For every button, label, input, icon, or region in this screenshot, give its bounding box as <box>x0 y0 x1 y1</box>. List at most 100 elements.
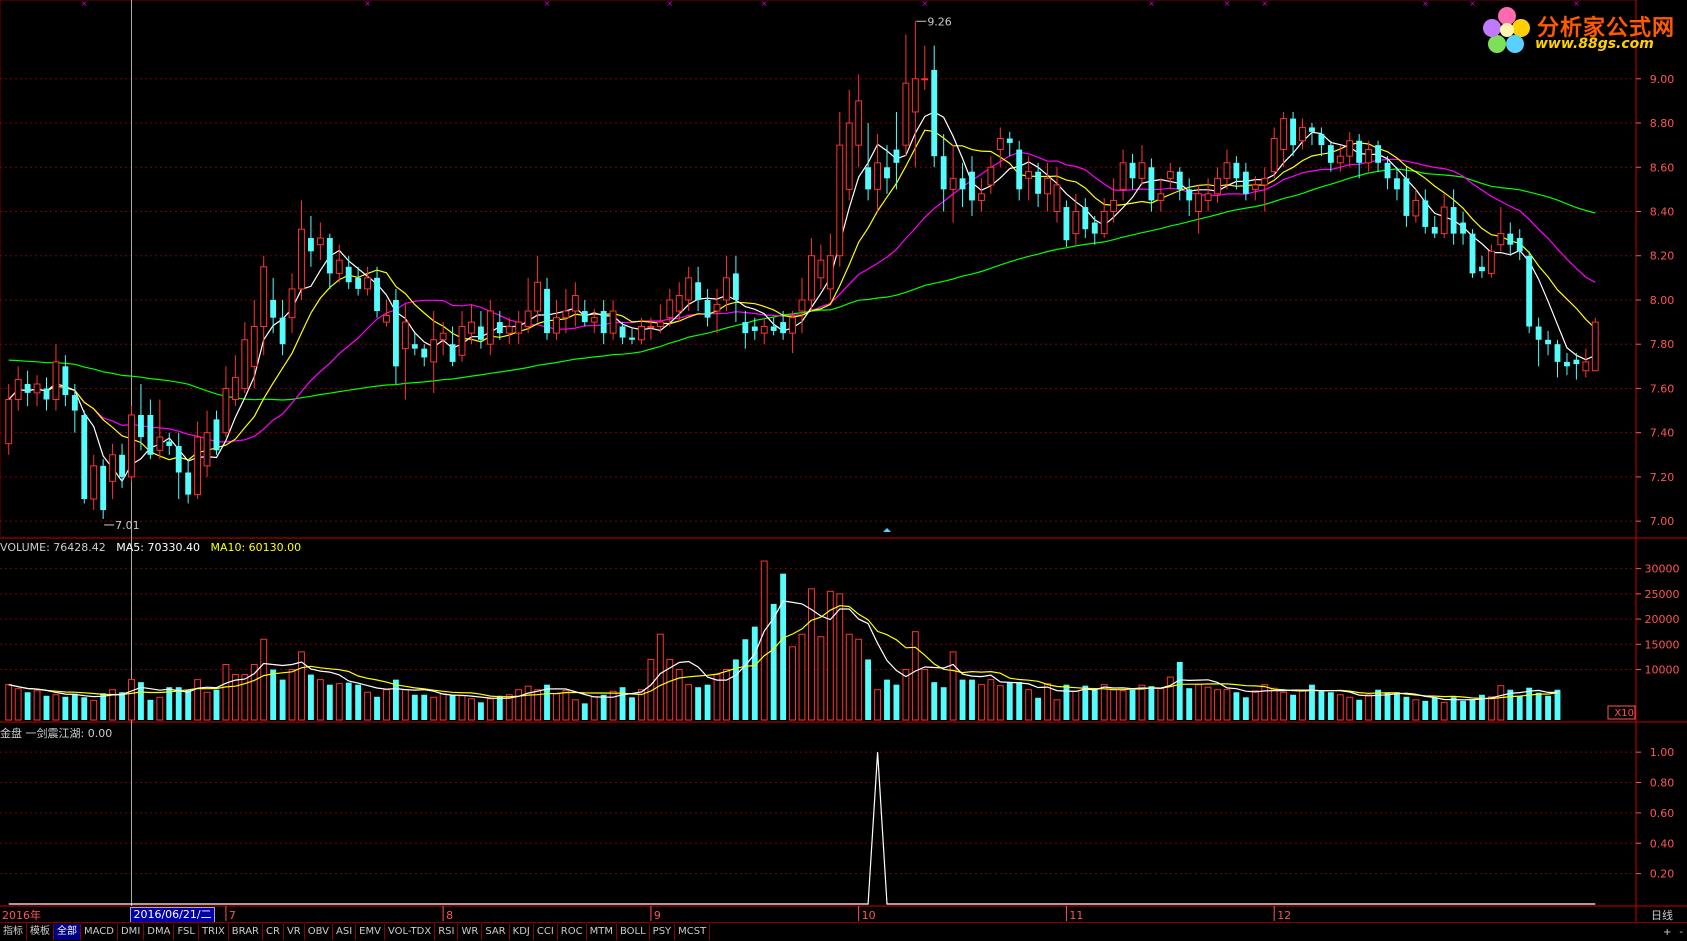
cursor-date-label: 2016/06/21/二 <box>130 907 215 923</box>
candle-body-up <box>666 299 674 319</box>
candle-body-down <box>71 395 78 411</box>
tab-dmi[interactable]: DMI <box>118 924 145 940</box>
month-label: 10 <box>862 909 876 922</box>
tab-sar[interactable]: SAR <box>482 924 510 940</box>
tab-roc[interactable]: ROC <box>558 924 587 940</box>
tab-obv[interactable]: OBV <box>305 924 333 940</box>
candle-body-down <box>1327 145 1334 163</box>
candle-body-up <box>1214 177 1221 195</box>
candle-body-up <box>1299 126 1306 142</box>
high-price-label: 9.26 <box>927 15 952 28</box>
candle-body-down <box>1545 339 1551 345</box>
candle-body-up <box>250 326 258 367</box>
candle-body-up <box>855 100 863 146</box>
candle-body-up <box>203 432 211 467</box>
zoom-in-button[interactable]: + <box>1659 927 1675 938</box>
volume-bar-up <box>1195 684 1203 721</box>
candle-body-up <box>260 266 268 328</box>
zoom-controls: + - <box>1659 927 1687 938</box>
volume-bar-down <box>1129 689 1136 720</box>
candle-body-down <box>884 167 890 179</box>
event-marker: × <box>761 0 768 8</box>
tab-asi[interactable]: ASI <box>333 924 357 940</box>
volume-bar-up <box>458 695 466 721</box>
tab-brar[interactable]: BRAR <box>229 924 263 940</box>
volume-bar-up <box>316 679 324 721</box>
volume-tick-label: 25000 <box>1645 588 1680 601</box>
volume-bar-up <box>515 689 523 721</box>
volume-bar-down <box>969 679 975 720</box>
tab-macd[interactable]: MACD <box>81 924 118 940</box>
indicator-tick-label: 0.80 <box>1650 777 1675 790</box>
volume-bar-down <box>742 639 749 720</box>
candle-body-down <box>1450 207 1457 234</box>
tab-emv[interactable]: EMV <box>356 924 385 940</box>
tab-kdj[interactable]: KDJ <box>510 924 534 940</box>
candle-body-down <box>1516 238 1523 252</box>
price-tick-label: 8.60 <box>1650 161 1675 174</box>
volume-bar-down <box>100 693 107 720</box>
volume-bar-down <box>1148 686 1155 720</box>
volume-bar-up <box>486 698 494 721</box>
volume-bar-down <box>81 697 88 720</box>
candle-body-up <box>222 387 230 434</box>
volume-bar-up <box>468 698 475 721</box>
month-label: 12 <box>1277 909 1291 922</box>
volume-bar-up <box>1346 696 1354 721</box>
tab-vr[interactable]: VR <box>284 924 305 940</box>
candle-body-up <box>638 326 645 341</box>
candle-body-down <box>742 322 749 334</box>
volume-bar-down <box>62 696 69 720</box>
tab-rsi[interactable]: RSI <box>435 924 459 940</box>
candle-body-up <box>401 321 409 350</box>
tab-psy[interactable]: PSY <box>650 924 676 940</box>
tab-cci[interactable]: CCI <box>534 924 558 940</box>
candle-body-up <box>1195 193 1203 212</box>
tab-fsl[interactable]: FSL <box>174 924 199 940</box>
tab-boll[interactable]: BOLL <box>617 924 650 940</box>
tab-mtm[interactable]: MTM <box>587 924 617 940</box>
volume-bar-up <box>978 684 985 721</box>
candle-body-down <box>931 69 938 157</box>
volume-bar-down <box>619 687 626 720</box>
candle-body-down <box>1431 226 1438 234</box>
tab-vol-tdx[interactable]: VOL-TDX <box>385 924 436 940</box>
candle-body-up <box>1412 199 1420 217</box>
candle-body-up <box>1110 199 1118 212</box>
candle-body-down <box>81 414 88 500</box>
candle-body-up <box>5 399 13 445</box>
volume-unit-label: X10 <box>1614 708 1634 719</box>
candle-body-down <box>581 311 588 323</box>
tab-trix[interactable]: TRIX <box>199 924 229 940</box>
volume-bar-up <box>845 633 853 721</box>
candle-body-up <box>1072 210 1080 235</box>
volume-bar-up <box>1487 696 1495 721</box>
candle-body-down <box>213 419 220 451</box>
tab-wr[interactable]: WR <box>458 924 483 940</box>
tab-全部[interactable]: 全部 <box>54 924 81 940</box>
candle-body-down <box>1016 149 1023 190</box>
tab-mcst[interactable]: MCST <box>675 924 711 940</box>
tab-指标[interactable]: 指标 <box>0 924 27 940</box>
tab-dma[interactable]: DMA <box>144 924 175 940</box>
volume-bar-up <box>222 663 230 721</box>
volume-bar-up <box>1100 684 1108 721</box>
indicator-signal-line <box>8 752 1596 905</box>
volume-bar-up <box>401 689 409 721</box>
tab-cr[interactable]: CR <box>263 924 284 940</box>
volume-bar-down <box>600 694 607 720</box>
candle-body-down <box>166 441 173 446</box>
zoom-out-button[interactable]: - <box>1675 927 1687 938</box>
tab-模板[interactable]: 模板 <box>27 924 54 940</box>
indicator-tick-label: 0.60 <box>1650 807 1675 820</box>
price-tick-label: 8.40 <box>1650 205 1675 218</box>
candle-body-down <box>175 445 182 473</box>
volume-bar-down <box>1526 687 1533 720</box>
candle-body-down <box>1006 138 1013 143</box>
volume-bar-up <box>203 691 211 721</box>
candle-body-down <box>100 465 107 511</box>
volume-bar-down <box>1545 695 1551 720</box>
candle-body-down <box>544 288 550 334</box>
stock-chart[interactable]: 9.00 8.80 8.60 8.40 8.20 8.00 7.80 7.60 7.40 7.20… <box>0 0 1687 922</box>
candle-body-up <box>1346 140 1354 157</box>
